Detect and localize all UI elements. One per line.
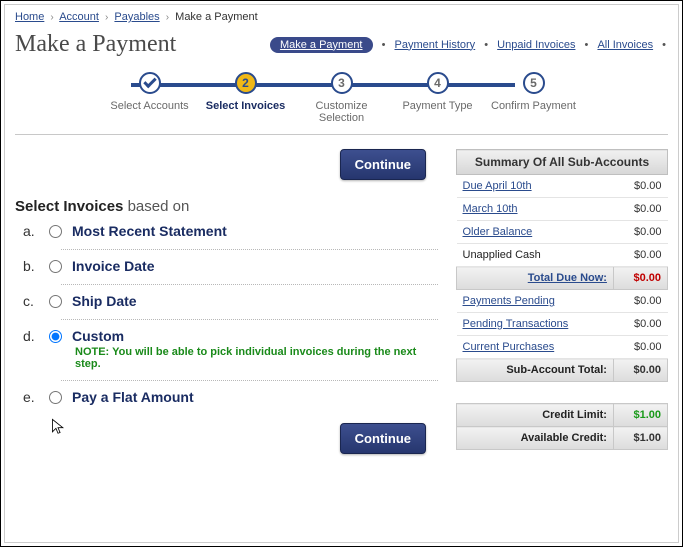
option-label-flat-amount[interactable]: Pay a Flat Amount [72, 389, 194, 405]
option-label-ship-date[interactable]: Ship Date [72, 293, 137, 309]
summary-march[interactable]: March 10th [463, 203, 518, 215]
summary-current-purchases[interactable]: Current Purchases [463, 341, 555, 353]
step-confirm-payment: 5 Confirm Payment [486, 72, 582, 112]
divider [61, 249, 438, 250]
continue-button-top[interactable]: Continue [340, 149, 426, 180]
option-letter: d. [23, 328, 41, 344]
invoice-basis-options: a. Most Recent Statement b. Invoice Date… [15, 223, 438, 405]
radio-ship-date[interactable] [49, 295, 62, 308]
radio-flat-amount[interactable] [49, 391, 62, 404]
summary-table: Summary Of All Sub-Accounts Due April 10… [456, 149, 668, 450]
continue-button-bottom[interactable]: Continue [340, 423, 426, 454]
radio-invoice-date[interactable] [49, 260, 62, 273]
custom-note: NOTE: You will be able to pick individua… [75, 346, 438, 370]
option-label-custom[interactable]: Custom [72, 328, 124, 344]
breadcrumb: Home › Account › Payables › Make a Payme… [15, 9, 668, 27]
breadcrumb-home[interactable]: Home [15, 11, 44, 23]
tab-unpaid-invoices[interactable]: Unpaid Invoices [497, 39, 575, 51]
divider [61, 380, 438, 381]
summary-available-credit-label: Available Credit: [457, 427, 614, 450]
option-letter: a. [23, 223, 41, 239]
tab-all-invoices[interactable]: All Invoices [597, 39, 653, 51]
option-label-most-recent[interactable]: Most Recent Statement [72, 223, 227, 239]
option-letter: e. [23, 389, 41, 405]
divider [15, 134, 668, 135]
page-title: Make a Payment [15, 31, 176, 58]
step-payment-type: 4 Payment Type [390, 72, 486, 112]
summary-title: Summary Of All Sub-Accounts [457, 150, 668, 175]
summary-older-balance[interactable]: Older Balance [463, 226, 533, 238]
radio-most-recent-statement[interactable] [49, 225, 62, 238]
chevron-right-icon: › [50, 12, 53, 23]
chevron-right-icon: › [166, 12, 169, 23]
summary-total-due-now[interactable]: Total Due Now: [528, 272, 607, 284]
step-select-invoices: 2 Select Invoices [198, 72, 294, 112]
radio-custom[interactable] [49, 330, 62, 343]
chevron-right-icon: › [105, 12, 108, 23]
section-heading: Select Invoices based on [15, 198, 438, 215]
option-letter: c. [23, 293, 41, 309]
breadcrumb-account[interactable]: Account [59, 11, 99, 23]
progress-stepper: Select Accounts 2 Select Invoices 3 Cust… [15, 72, 668, 124]
summary-sub-account-total-label: Sub-Account Total: [457, 359, 614, 382]
divider [61, 284, 438, 285]
summary-due-april[interactable]: Due April 10th [463, 180, 532, 192]
breadcrumb-payables[interactable]: Payables [114, 11, 159, 23]
check-icon [139, 72, 161, 94]
option-letter: b. [23, 258, 41, 274]
page-tabs: Make a Payment • Payment History • Unpai… [266, 37, 668, 53]
divider [61, 319, 438, 320]
summary-unapplied-cash: Unapplied Cash [457, 244, 614, 267]
tab-make-payment[interactable]: Make a Payment [270, 37, 373, 53]
summary-pending-transactions[interactable]: Pending Transactions [463, 318, 569, 330]
option-label-invoice-date[interactable]: Invoice Date [72, 258, 154, 274]
step-select-accounts: Select Accounts [102, 72, 198, 112]
step-customize-selection: 3 Customize Selection [294, 72, 390, 124]
tab-payment-history[interactable]: Payment History [394, 39, 475, 51]
breadcrumb-current: Make a Payment [175, 11, 258, 23]
summary-credit-limit-label: Credit Limit: [457, 404, 614, 427]
summary-payments-pending[interactable]: Payments Pending [463, 295, 555, 307]
